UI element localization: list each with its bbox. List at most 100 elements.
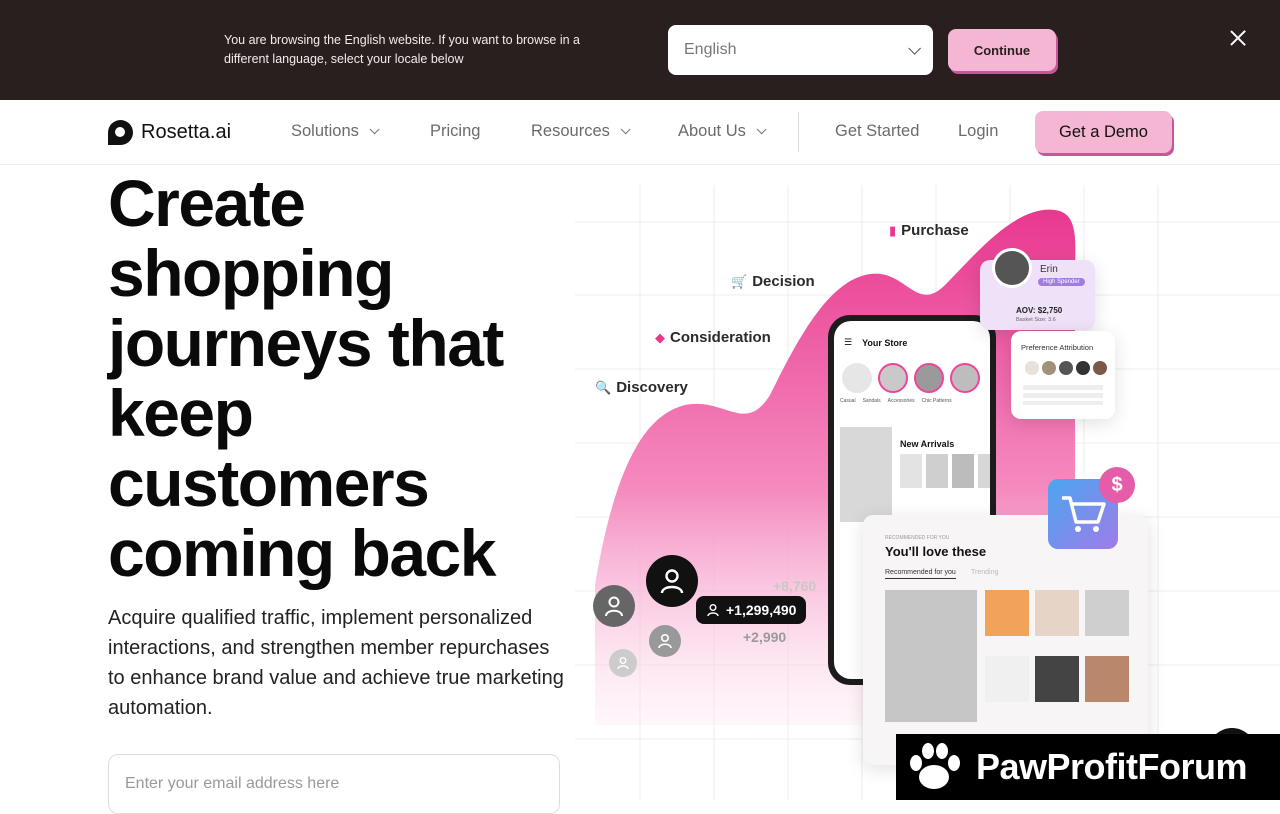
watermark-text: PawProfitForum: [976, 746, 1248, 787]
product-thumb: [926, 454, 948, 488]
aov-value: AOV: $2,750: [1016, 306, 1063, 315]
swatch: [1076, 361, 1090, 375]
stage-discovery: 🔍 Discovery: [595, 379, 688, 396]
dollar-icon: $: [1099, 467, 1135, 503]
cart-icon: [1062, 496, 1106, 532]
stage-label: Consideration: [670, 329, 771, 346]
placeholder-lines: [1023, 385, 1103, 405]
stage-consideration: ◆ Consideration: [655, 329, 771, 346]
category-label: Chic Patterns: [921, 398, 952, 404]
person-icon: [660, 569, 684, 594]
menu-icon: ☰: [844, 337, 853, 347]
product-grid: [985, 590, 1129, 702]
product-thumb: [978, 454, 990, 488]
tab-recommended: Recommended for you: [885, 569, 956, 579]
preference-title: Preference Attribution: [1021, 343, 1094, 352]
store-header: ☰ Your Store: [844, 337, 907, 348]
category-label: Sandals: [862, 398, 881, 404]
swatch: [1093, 361, 1107, 375]
continue-button[interactable]: Continue: [948, 29, 1056, 71]
product-thumb: [1085, 656, 1129, 702]
store-title: Your Store: [862, 337, 908, 348]
user-avatar-icon: [593, 585, 635, 627]
person-icon: [658, 633, 672, 649]
hero-subtitle: Acquire qualified traffic, implement per…: [108, 607, 564, 719]
recommend-eyebrow: RECOMMENDED FOR YOU: [885, 535, 950, 541]
category-thumb: [950, 363, 980, 393]
stage-decision: 🛒 Decision: [731, 273, 815, 290]
category-label: Casual: [840, 398, 856, 404]
category-labels: Casual Sandals Accessories Chic Patterns: [840, 398, 952, 404]
chevron-down-icon: [908, 41, 921, 55]
basket-size: Basket Size: 3.6: [1016, 317, 1056, 323]
close-icon[interactable]: [1226, 26, 1250, 50]
hero-title: Create shopping journeys that keep custo…: [108, 166, 504, 590]
profile-name: Erin: [1040, 264, 1058, 275]
main-nav: Rosetta.ai Solutions Pricing Resources A…: [0, 100, 1280, 165]
stage-label: Purchase: [901, 222, 969, 239]
chevron-down-icon: [756, 124, 767, 135]
tab-trending: Trending: [971, 569, 999, 576]
metric-primary: +1,299,490: [696, 596, 807, 624]
locale-banner: You are browsing the English website. If…: [0, 0, 1280, 100]
preference-card: Preference Attribution: [1011, 331, 1115, 419]
locale-message: You are browsing the English website. If…: [224, 33, 580, 66]
category-thumb: [914, 363, 944, 393]
metric-value: +1,299,490: [726, 602, 797, 618]
get-demo-button[interactable]: Get a Demo: [1035, 111, 1172, 153]
cart-icon: 🛒: [731, 273, 748, 289]
stage-purchase: ▮ Purchase: [889, 222, 969, 239]
login-link[interactable]: Login: [958, 122, 998, 141]
metric-secondary-b: +2,990: [743, 629, 787, 645]
user-avatar-icon: [609, 649, 637, 677]
language-select[interactable]: English: [668, 25, 933, 75]
stage-label: Discovery: [616, 379, 688, 396]
product-thumb: [985, 590, 1029, 636]
nav-item-about-us[interactable]: About Us: [678, 122, 767, 141]
chevron-down-icon: [620, 124, 631, 135]
hero-product-image: [885, 590, 977, 722]
metric-secondary-a: +8,760: [773, 578, 817, 594]
hero-illustration: 🔍 Discovery ◆ Consideration 🛒 Decision ▮…: [575, 165, 1280, 800]
product-thumb: [985, 656, 1029, 702]
watermark: PawProfitForum: [896, 734, 1280, 800]
product-row: [900, 454, 990, 488]
nav-item-label: Pricing: [430, 122, 481, 140]
chevron-down-icon: [369, 124, 380, 135]
person-icon: [617, 657, 629, 670]
product-thumb: [1035, 590, 1079, 636]
product-thumb: [952, 454, 974, 488]
profile-card: Erin High Spender AOV: $2,750 Basket Siz…: [980, 248, 1095, 330]
status-badge: High Spender: [1038, 278, 1085, 286]
swatch: [1059, 361, 1073, 375]
color-swatches: [1025, 361, 1107, 375]
shopping-bag-icon: ▮: [889, 222, 897, 238]
nav-item-pricing[interactable]: Pricing: [430, 122, 480, 141]
nav-item-resources[interactable]: Resources: [531, 122, 631, 141]
feature-image: [840, 427, 892, 522]
nav-item-label: About Us: [678, 122, 746, 140]
logo-icon: [108, 120, 133, 145]
swatch: [1025, 361, 1039, 375]
nav-item-label: Resources: [531, 122, 610, 140]
product-thumb: [1035, 656, 1079, 702]
person-icon: [707, 604, 719, 617]
nav-item-solutions[interactable]: Solutions: [291, 122, 380, 141]
recommend-title: You'll love these: [885, 544, 987, 559]
nav-item-label: Solutions: [291, 122, 359, 140]
get-started-link[interactable]: Get Started: [835, 122, 919, 141]
email-input[interactable]: [108, 754, 560, 814]
magnifier-icon: 🔍: [595, 379, 612, 395]
category-row: [842, 363, 980, 393]
avatar: [992, 248, 1032, 288]
recommendation-card: RECOMMENDED FOR YOU You'll love these Re…: [863, 515, 1148, 765]
brand-logo[interactable]: Rosetta.ai: [108, 120, 231, 145]
user-avatar-icon: [646, 555, 698, 607]
swatch: [1042, 361, 1056, 375]
nav-divider: [798, 112, 799, 152]
stage-label: Decision: [752, 273, 815, 290]
category-thumb: [878, 363, 908, 393]
product-thumb: [1085, 590, 1129, 636]
user-avatar-icon: [649, 625, 681, 657]
language-select-value: English: [684, 41, 737, 58]
